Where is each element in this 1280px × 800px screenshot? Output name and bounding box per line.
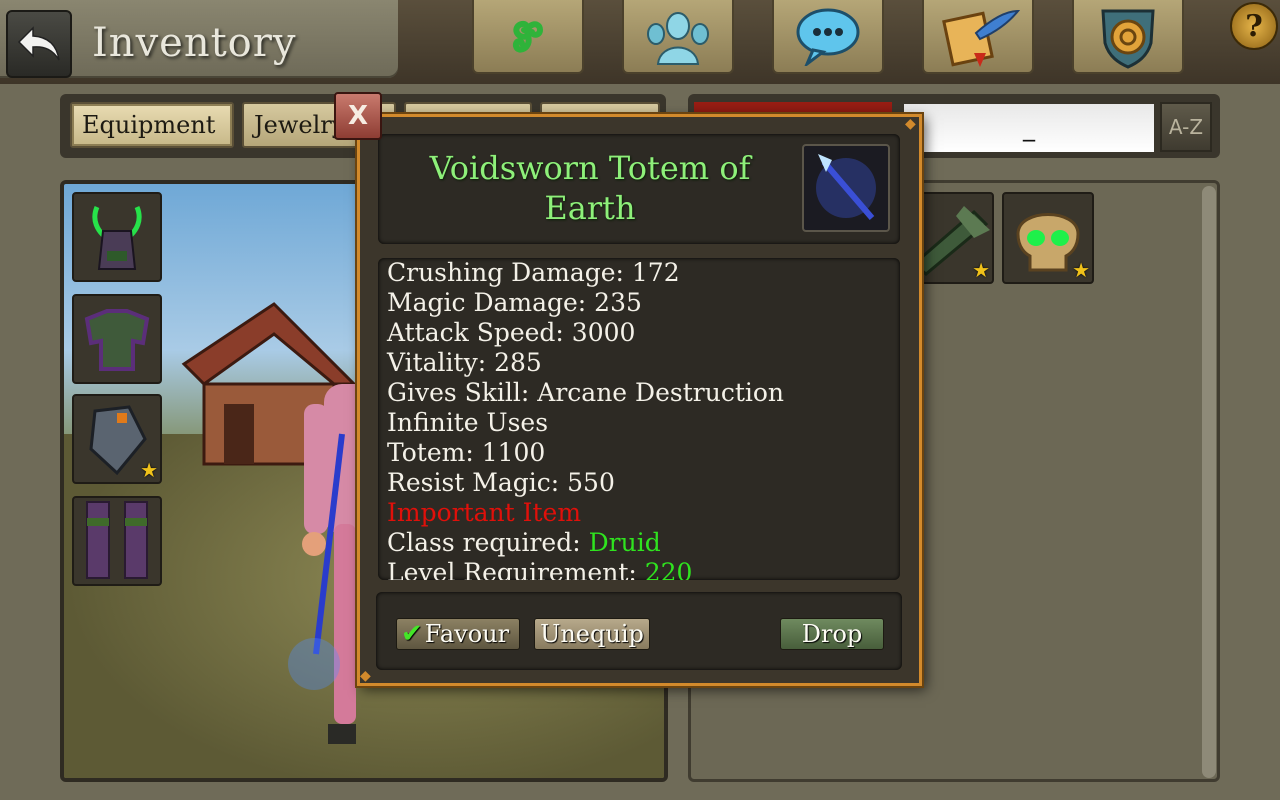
level-requirement-value: 220 xyxy=(644,558,693,580)
equip-slot-feet[interactable] xyxy=(72,496,162,586)
chat-icon xyxy=(796,8,860,66)
stat-line: Magic Damage: 235 xyxy=(387,288,642,317)
star-badge-icon: ★ xyxy=(1072,258,1090,282)
chest-armor-icon xyxy=(84,309,150,371)
guild-button[interactable] xyxy=(1072,0,1184,74)
help-icon: ? xyxy=(1245,8,1263,44)
item-title: Voidsworn Totem of Earth xyxy=(429,149,751,227)
spirals-icon xyxy=(512,20,544,53)
equip-slot-chest[interactable] xyxy=(72,294,162,384)
title-panel: Inventory xyxy=(0,0,398,78)
equip-slot-hands[interactable]: ★ xyxy=(72,394,162,484)
guild-shield-icon xyxy=(1101,9,1155,69)
stat-line: Vitality: 285 xyxy=(387,348,542,377)
stat-line: Resist Magic: 550 xyxy=(387,468,615,497)
item-icon-frame xyxy=(802,144,890,232)
star-badge-icon: ★ xyxy=(972,258,990,282)
inventory-item[interactable]: ★ xyxy=(1002,192,1094,284)
class-required-label: Class required: xyxy=(387,528,581,557)
class-required: Class required: Druid xyxy=(387,528,784,558)
quest-scroll-icon xyxy=(942,9,1020,67)
corner-ornament-icon: ◆ xyxy=(905,116,916,132)
stat-line: Gives Skill: Arcane Destruction xyxy=(387,378,785,407)
close-button[interactable]: X xyxy=(334,92,382,140)
chat-button[interactable] xyxy=(772,0,884,74)
corner-ornament-icon: ◆ xyxy=(360,668,371,684)
friends-button[interactable] xyxy=(622,0,734,74)
back-arrow-icon xyxy=(17,26,60,61)
back-button[interactable] xyxy=(6,10,72,78)
stat-line: Totem: 1100 xyxy=(387,438,546,467)
item-stats: Crushing Damage: 172 Magic Damage: 235 A… xyxy=(378,258,900,580)
checkmark-icon: ✔ xyxy=(401,619,423,649)
stat-line: Infinite Uses xyxy=(387,408,549,437)
friends-icon xyxy=(647,12,709,65)
quest-button[interactable] xyxy=(922,0,1034,74)
help-button[interactable]: ? xyxy=(1230,2,1278,50)
level-requirement: Level Requirement: 220 xyxy=(387,558,784,580)
staff-icon xyxy=(816,154,876,220)
drop-button[interactable]: Drop xyxy=(780,618,884,650)
page-title: Inventory xyxy=(92,20,297,66)
unequip-button[interactable]: Unequip xyxy=(534,618,650,650)
important-item-label: Important Item xyxy=(387,498,582,527)
search-input[interactable] xyxy=(904,104,1154,152)
tab-equipment[interactable]: Equipment xyxy=(70,102,234,148)
favour-label: Favour xyxy=(424,620,510,648)
inventory-scrollbar[interactable] xyxy=(1202,186,1216,778)
horned-helmet-icon xyxy=(92,206,142,270)
stat-line: Crushing Damage: 172 xyxy=(387,258,680,287)
level-requirement-label: Level Requirement: xyxy=(387,558,637,580)
class-required-value: Druid xyxy=(588,528,661,557)
favour-button[interactable]: ✔ Favour xyxy=(396,618,520,650)
equip-slot-head[interactable] xyxy=(72,192,162,282)
star-badge-icon: ★ xyxy=(140,458,158,482)
tab-equipment-label: Equipment xyxy=(82,111,216,139)
tab-jewelry-label: Jewelry xyxy=(254,111,346,139)
stat-line: Attack Speed: 3000 xyxy=(387,318,636,347)
boots-icon xyxy=(86,501,148,579)
sort-az-button[interactable]: A-Z xyxy=(1160,102,1212,152)
spirals-button[interactable] xyxy=(472,0,584,74)
